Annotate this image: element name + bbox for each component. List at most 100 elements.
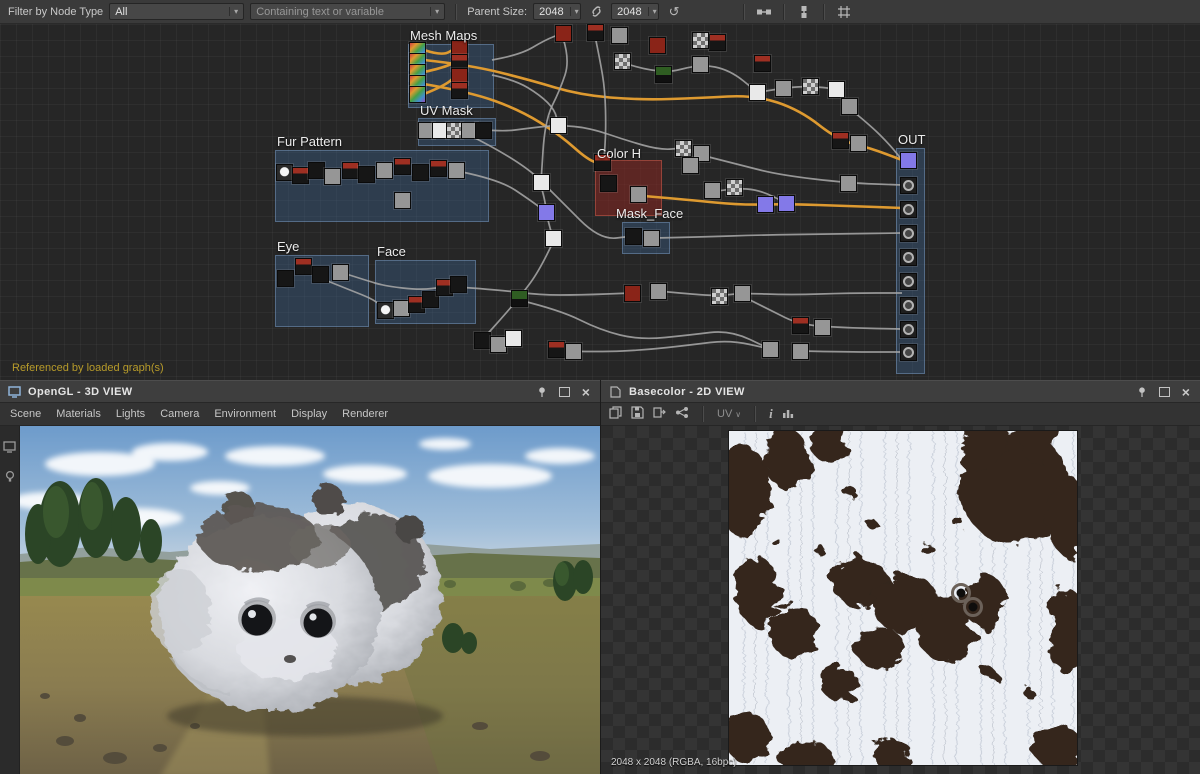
display-mode-icon[interactable] — [3, 440, 16, 458]
graph-node[interactable] — [475, 122, 492, 139]
graph-node[interactable] — [342, 162, 359, 179]
menu-camera[interactable]: Camera — [160, 408, 199, 420]
close-icon[interactable]: × — [578, 384, 594, 400]
graph-node[interactable] — [611, 27, 628, 44]
graph-node[interactable] — [394, 158, 411, 175]
graph-node[interactable] — [555, 25, 572, 42]
graph-node[interactable] — [600, 175, 617, 192]
pin-icon[interactable] — [534, 384, 550, 400]
graph-node[interactable] — [754, 55, 771, 72]
graph-node[interactable] — [726, 179, 743, 196]
graph-node[interactable] — [734, 285, 751, 302]
graph-node[interactable] — [624, 285, 641, 302]
graph-node[interactable] — [430, 160, 447, 177]
graph-node[interactable] — [474, 332, 491, 349]
graph-node[interactable] — [412, 164, 429, 181]
graph-node[interactable] — [682, 157, 699, 174]
graph-node[interactable] — [643, 230, 660, 247]
graph-node[interactable] — [332, 264, 349, 281]
graph-node[interactable] — [900, 344, 917, 361]
menu-renderer[interactable]: Renderer — [342, 408, 388, 420]
node-type-filter-dropdown[interactable]: All ▾ — [109, 3, 245, 20]
graph-node[interactable] — [828, 81, 845, 98]
graph-node[interactable] — [900, 273, 917, 290]
graph-node[interactable] — [614, 53, 631, 70]
graph-node[interactable] — [900, 225, 917, 242]
graph-node[interactable] — [900, 177, 917, 194]
graph-node[interactable] — [587, 24, 604, 41]
graph-node[interactable] — [376, 162, 393, 179]
uv-mode-dropdown[interactable]: UV ∨ — [717, 408, 741, 420]
graph-node[interactable] — [814, 319, 831, 336]
link-size-icon[interactable] — [587, 3, 605, 21]
graph-node[interactable] — [900, 249, 917, 266]
graph-node[interactable] — [550, 117, 567, 134]
graph-node[interactable] — [295, 258, 312, 275]
panel-2d-titlebar[interactable]: Basecolor - 2D VIEW × — [601, 380, 1200, 403]
info-icon[interactable]: i — [769, 406, 773, 422]
graph-node[interactable] — [841, 98, 858, 115]
graph-node[interactable] — [692, 32, 709, 49]
graph-node[interactable] — [394, 192, 411, 209]
graph-node[interactable] — [792, 317, 809, 334]
graph-node[interactable] — [704, 182, 721, 199]
graph-node[interactable] — [792, 343, 809, 360]
graph-node[interactable] — [900, 297, 917, 314]
graph-node[interactable] — [308, 162, 325, 179]
graph-node[interactable] — [840, 175, 857, 192]
graph-node[interactable] — [625, 228, 642, 245]
maximize-icon[interactable] — [1156, 384, 1172, 400]
graph-node[interactable] — [277, 270, 294, 287]
graph-node[interactable] — [630, 186, 647, 203]
graph-node[interactable] — [749, 84, 766, 101]
maximize-icon[interactable] — [556, 384, 572, 400]
histogram-icon[interactable] — [782, 407, 794, 422]
graph-node[interactable] — [900, 321, 917, 338]
viewport-3d[interactable] — [0, 426, 600, 774]
graph-node[interactable] — [900, 152, 917, 169]
save-image-icon[interactable] — [631, 406, 644, 422]
parent-height-dropdown[interactable]: 2048 ▾ — [611, 3, 660, 20]
graph-node[interactable] — [451, 82, 468, 99]
pin-icon[interactable] — [1134, 384, 1150, 400]
menu-display[interactable]: Display — [291, 408, 327, 420]
light-icon[interactable] — [4, 470, 16, 488]
graph-node[interactable] — [757, 196, 774, 213]
graph-node[interactable] — [324, 168, 341, 185]
connect-nodes-icon[interactable] — [755, 3, 773, 21]
graph-node[interactable] — [711, 288, 728, 305]
graph-node[interactable] — [565, 343, 582, 360]
viewport-2d[interactable]: 2048 x 2048 (RGBA, 16bpc) — [601, 426, 1200, 774]
graph-node[interactable] — [358, 166, 375, 183]
reset-size-icon[interactable]: ↺ — [665, 3, 683, 21]
graph-node[interactable] — [762, 341, 779, 358]
node-graph-canvas[interactable]: Referenced by loaded graph(s) Mesh Maps U… — [0, 24, 1200, 380]
parent-width-dropdown[interactable]: 2048 ▾ — [533, 3, 582, 20]
graph-node[interactable] — [900, 201, 917, 218]
menu-scene[interactable]: Scene — [10, 408, 41, 420]
graph-node[interactable] — [548, 341, 565, 358]
graph-node[interactable] — [448, 162, 465, 179]
graph-node[interactable] — [649, 37, 666, 54]
panel-3d-titlebar[interactable]: OpenGL - 3D VIEW × — [0, 380, 600, 403]
menu-lights[interactable]: Lights — [116, 408, 145, 420]
menu-environment[interactable]: Environment — [214, 408, 276, 420]
copy-image-icon[interactable] — [609, 406, 622, 422]
graph-node[interactable] — [292, 167, 309, 184]
snap-grid-icon[interactable] — [835, 3, 853, 21]
graph-node[interactable] — [511, 290, 528, 307]
graph-node[interactable] — [709, 34, 726, 51]
graph-node[interactable] — [377, 302, 394, 319]
close-icon[interactable]: × — [1178, 384, 1194, 400]
graph-node[interactable] — [832, 132, 849, 149]
graph-node[interactable] — [650, 283, 667, 300]
graph-node[interactable] — [276, 164, 293, 181]
graph-node[interactable] — [533, 174, 550, 191]
search-filter-dropdown[interactable]: Containing text or variable ▾ — [250, 3, 446, 20]
graph-node[interactable] — [505, 330, 522, 347]
node-stack-icon[interactable] — [795, 3, 813, 21]
graph-node[interactable] — [778, 195, 795, 212]
graph-node[interactable] — [545, 230, 562, 247]
graph-node[interactable] — [775, 80, 792, 97]
graph-node[interactable] — [450, 276, 467, 293]
